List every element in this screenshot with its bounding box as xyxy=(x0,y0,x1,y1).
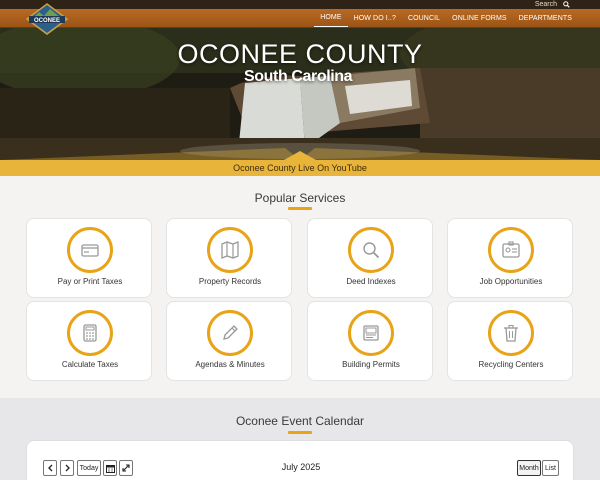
main-nav: HOME HOW DO I..? COUNCIL ONLINE FORMS DE… xyxy=(314,9,578,28)
service-card-building-permits[interactable]: Building Permits xyxy=(307,301,433,381)
youtube-live-label: Oconee County Live On YouTube xyxy=(233,163,367,173)
list-view-button[interactable]: List xyxy=(542,460,559,476)
magnifier-icon xyxy=(363,242,380,259)
service-label: Agendas & Minutes xyxy=(195,360,265,369)
service-icon-circle xyxy=(348,227,394,273)
hero-title: OCONEE COUNTY xyxy=(177,39,423,69)
service-label: Deed Indexes xyxy=(346,277,396,286)
youtube-live-band[interactable]: Oconee County Live On YouTube xyxy=(0,151,600,176)
hero-banner: OCONEE COUNTY South Carolina xyxy=(0,28,600,160)
calendar-title: Oconee Event Calendar xyxy=(235,414,365,428)
service-card-deed-indexes[interactable]: Deed Indexes xyxy=(307,218,433,298)
oconee-logo[interactable]: OCONEE xyxy=(26,3,68,35)
search-label: Search xyxy=(534,1,557,8)
service-label: Property Records xyxy=(198,277,262,286)
service-card-pay-taxes[interactable]: Pay or Print Taxes xyxy=(26,218,152,298)
trash-can-icon xyxy=(504,324,518,342)
service-card-job-opportunities[interactable]: Job Opportunities xyxy=(447,218,573,298)
service-card-recycling-centers[interactable]: Recycling Centers xyxy=(447,301,573,381)
map-icon xyxy=(221,241,239,259)
service-icon-circle xyxy=(67,227,113,273)
permit-document-icon xyxy=(363,325,379,341)
calendar-month-label: July 2025 xyxy=(281,462,321,472)
service-card-agendas-minutes[interactable]: Agendas & Minutes xyxy=(166,301,292,381)
event-calendar-section: Oconee Event Calendar Today July 2025 Mo… xyxy=(0,398,600,480)
service-icon-circle xyxy=(488,310,534,356)
nav-home[interactable]: HOME xyxy=(314,10,348,27)
search-link[interactable]: Search xyxy=(535,0,570,9)
service-card-calculate-taxes[interactable]: Calculate Taxes xyxy=(26,301,152,381)
credit-card-icon xyxy=(81,244,99,257)
calendar-title-underline xyxy=(288,431,312,434)
service-icon-circle xyxy=(207,227,253,273)
services-title: Popular Services xyxy=(254,191,346,205)
nav-departments[interactable]: DEPARTMENTS xyxy=(513,9,578,28)
logo-text: OCONEE xyxy=(34,18,60,24)
top-utility-strip xyxy=(0,0,600,9)
month-view-button[interactable]: Month xyxy=(517,460,541,476)
service-icon-circle xyxy=(67,310,113,356)
service-label: Recycling Centers xyxy=(478,360,544,369)
nav-how-do-i[interactable]: HOW DO I..? xyxy=(348,9,402,28)
service-icon-circle xyxy=(207,310,253,356)
pencil-icon xyxy=(223,325,238,340)
nav-council[interactable]: COUNCIL xyxy=(402,9,446,28)
calculator-icon xyxy=(83,324,97,342)
services-title-underline xyxy=(288,207,312,210)
service-label: Job Opportunities xyxy=(479,277,543,286)
service-icon-circle xyxy=(488,227,534,273)
calendar-widget: Today July 2025 Month List xyxy=(26,440,574,480)
service-label: Building Permits xyxy=(342,360,400,369)
search-icon xyxy=(563,1,570,8)
service-label: Calculate Taxes xyxy=(61,360,119,369)
id-badge-icon xyxy=(502,241,520,258)
service-label: Pay or Print Taxes xyxy=(57,277,123,286)
hero-subtitle: South Carolina xyxy=(244,68,353,85)
nav-online-forms[interactable]: ONLINE FORMS xyxy=(446,9,512,28)
popular-services-section: Popular Services Pay or Print Taxes Prop… xyxy=(0,176,600,398)
service-card-property-records[interactable]: Property Records xyxy=(166,218,292,298)
service-icon-circle xyxy=(348,310,394,356)
